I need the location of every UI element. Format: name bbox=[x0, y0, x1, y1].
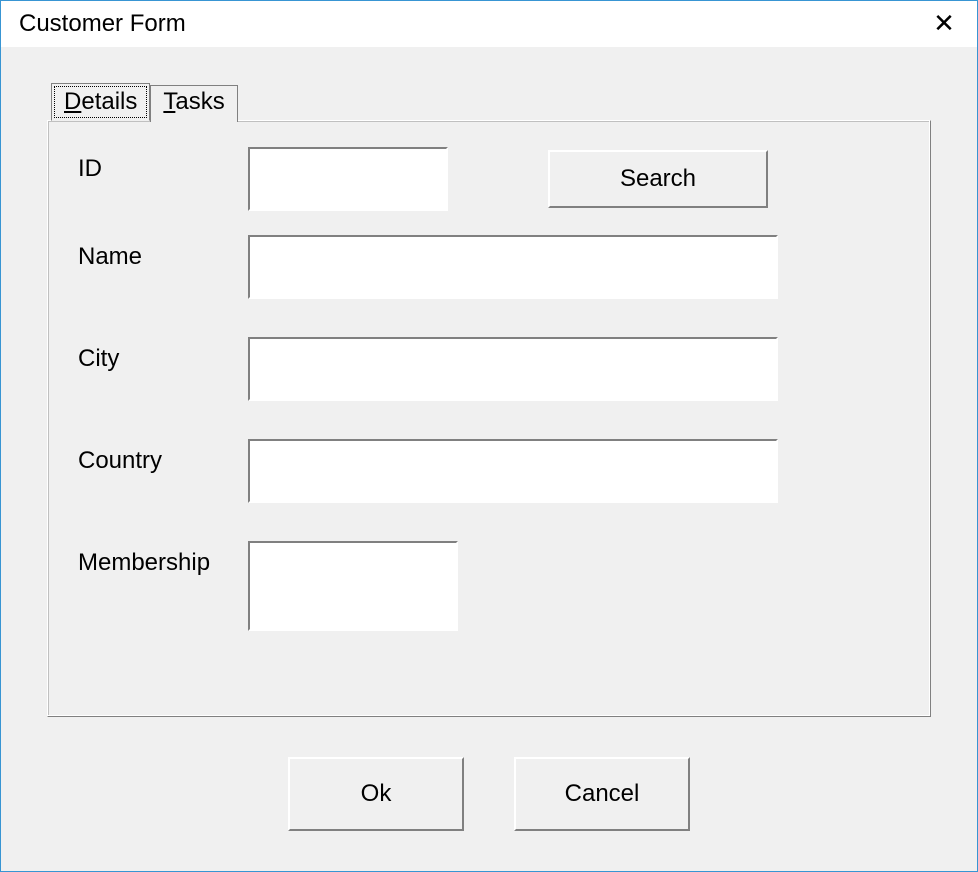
form-row-name: Name bbox=[78, 235, 900, 299]
tab-tasks-mnemonic: T bbox=[163, 88, 175, 115]
tab-strip: Details Tasks bbox=[51, 83, 931, 120]
form-row-city: City bbox=[78, 337, 900, 401]
client-area: Details Tasks ID Search Name bbox=[1, 47, 977, 871]
tab-panel-details: ID Search Name City bbox=[47, 120, 931, 717]
membership-input[interactable] bbox=[248, 541, 458, 631]
tab-details-mnemonic: D bbox=[64, 88, 81, 115]
form-row-id: ID Search bbox=[78, 147, 900, 211]
panel-inner: ID Search Name City bbox=[48, 121, 930, 667]
label-country: Country bbox=[78, 439, 248, 475]
field-cell-membership bbox=[248, 541, 900, 631]
tab-details-label-rest: etails bbox=[81, 88, 137, 115]
field-cell-city bbox=[248, 337, 900, 401]
field-cell-id: Search bbox=[248, 147, 900, 211]
titlebar: Customer Form ✕ bbox=[1, 1, 977, 47]
field-cell-name bbox=[248, 235, 900, 299]
form-row-country: Country bbox=[78, 439, 900, 503]
id-input[interactable] bbox=[248, 147, 448, 211]
cancel-button[interactable]: Cancel bbox=[514, 757, 690, 831]
search-button[interactable]: Search bbox=[548, 150, 768, 208]
label-city: City bbox=[78, 337, 248, 373]
tab-details[interactable]: Details bbox=[51, 83, 150, 121]
field-cell-country bbox=[248, 439, 900, 503]
label-id: ID bbox=[78, 147, 248, 183]
label-name: Name bbox=[78, 235, 248, 271]
city-input[interactable] bbox=[248, 337, 778, 401]
form-row-membership: Membership bbox=[78, 541, 900, 631]
close-icon[interactable]: ✕ bbox=[929, 9, 959, 39]
ok-button[interactable]: Ok bbox=[288, 757, 464, 831]
button-bar: Ok Cancel bbox=[47, 717, 931, 841]
customer-form-window: Customer Form ✕ Details Tasks ID Search bbox=[0, 0, 978, 872]
name-input[interactable] bbox=[248, 235, 778, 299]
tab-tasks[interactable]: Tasks bbox=[150, 85, 237, 122]
country-input[interactable] bbox=[248, 439, 778, 503]
tab-tasks-label-rest: asks bbox=[175, 88, 224, 115]
window-title: Customer Form bbox=[19, 10, 186, 38]
label-membership: Membership bbox=[78, 541, 248, 577]
